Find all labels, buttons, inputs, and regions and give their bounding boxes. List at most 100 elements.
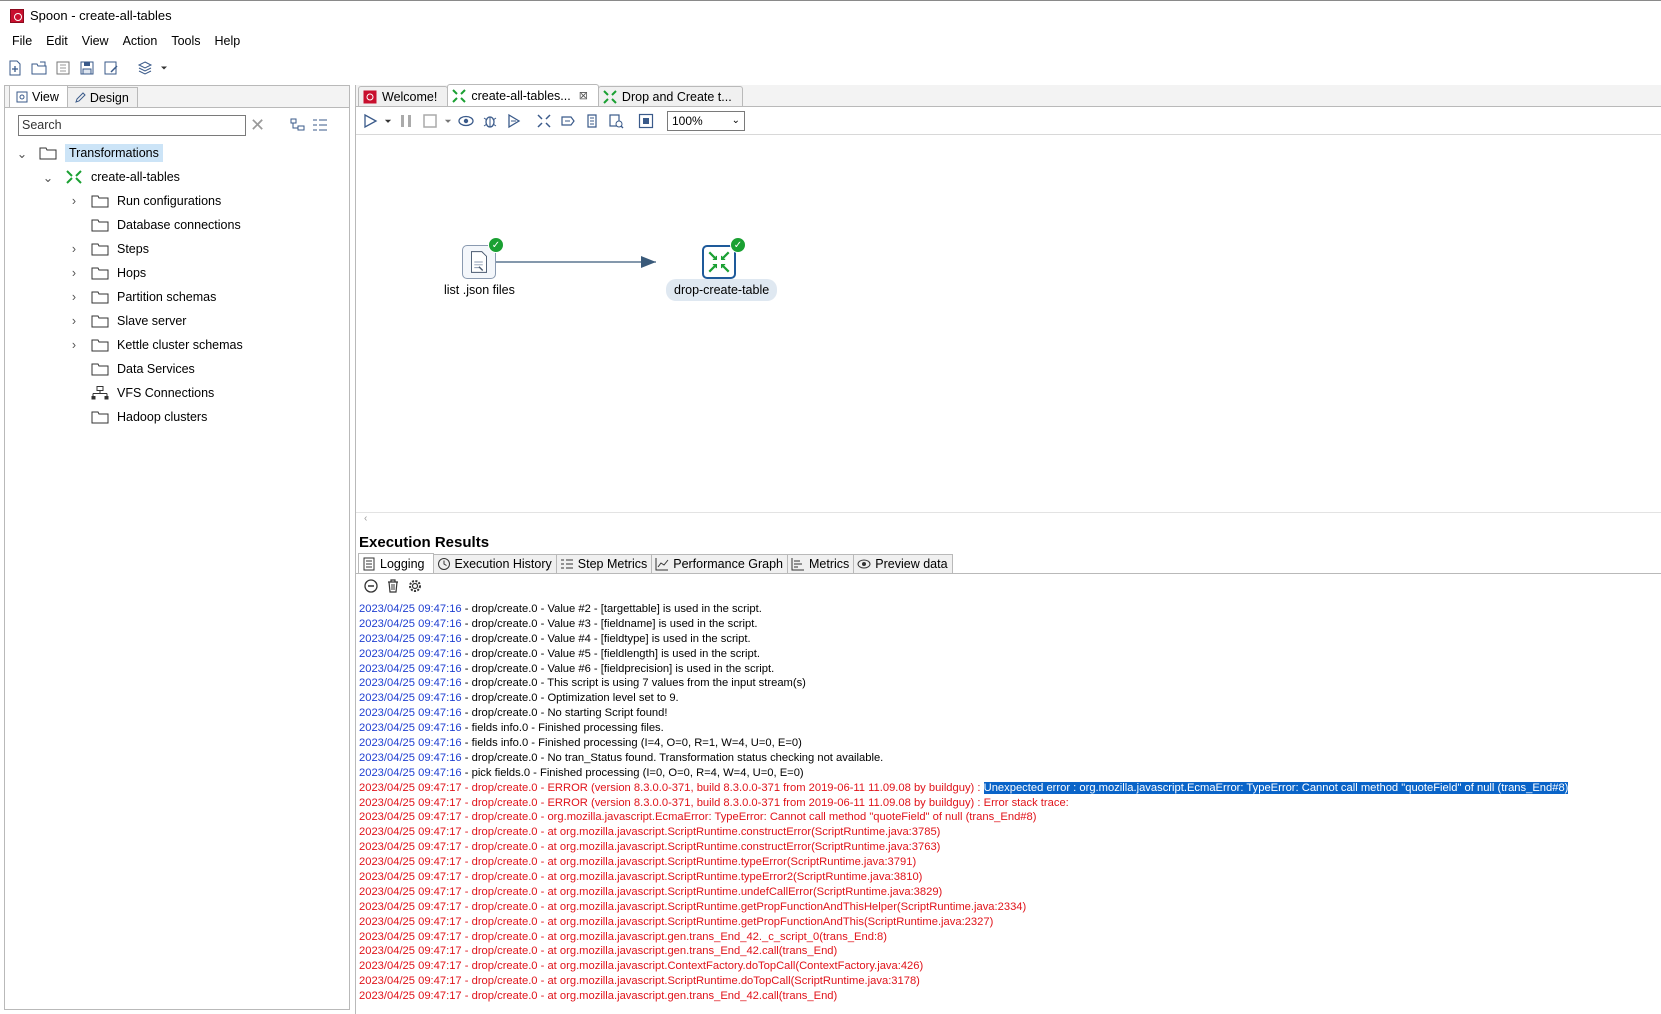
log-timestamp: 2023/04/25 09:47:16: [359, 692, 462, 705]
tab-create-all-tables[interactable]: create-all-tables... ⊠: [447, 84, 599, 106]
search-input[interactable]: [18, 114, 246, 136]
log-timestamp: 2023/04/25 09:47:17: [359, 856, 462, 869]
chevron-down-icon: ⌄: [731, 115, 740, 126]
sql-icon[interactable]: [581, 110, 603, 132]
clear-search-icon[interactable]: ✕: [250, 115, 268, 136]
tree-node-slave-server[interactable]: › Slave server: [67, 310, 187, 332]
verify-icon[interactable]: [533, 110, 555, 132]
tree-node-create-all-tables[interactable]: ⌄ create-all-tables: [41, 166, 180, 188]
fit-to-screen-icon[interactable]: [635, 110, 657, 132]
chevron-right-icon[interactable]: ›: [67, 338, 81, 352]
left-panel: View Design ✕ ⌄ Transformations ⌄ create…: [4, 85, 350, 1010]
menu-edit[interactable]: Edit: [39, 34, 75, 48]
tab-label: Welcome!: [382, 89, 438, 104]
chevron-down-icon[interactable]: [383, 110, 393, 132]
folder-icon: [91, 410, 109, 424]
impact-icon[interactable]: [557, 110, 579, 132]
tree-node-kettle-cluster-schemas[interactable]: › Kettle cluster schemas: [67, 334, 243, 356]
tree-label: Data Services: [117, 362, 195, 376]
log-message: - drop/create.0 - Value #3 - [fieldname]…: [461, 617, 758, 630]
preview-icon[interactable]: [455, 110, 477, 132]
tab-welcome[interactable]: Welcome!: [358, 86, 449, 106]
chevron-right-icon[interactable]: ›: [67, 266, 81, 280]
log-line: 2023/04/25 09:47:16 - fields info.0 - Fi…: [359, 721, 1659, 736]
tab-preview-data[interactable]: Preview data: [853, 554, 953, 573]
log-message: - drop/create.0 - at org.mozilla.javascr…: [461, 915, 994, 928]
tree-node-hadoop-clusters[interactable]: Hadoop clusters: [67, 406, 207, 428]
folder-icon: [91, 242, 109, 256]
zoom-select[interactable]: 100% ⌄: [667, 110, 745, 131]
tab-step-metrics[interactable]: Step Metrics: [555, 554, 653, 573]
tab-label: Step Metrics: [577, 557, 648, 571]
log-timestamp: 2023/04/25 09:47:17: [359, 841, 462, 854]
chevron-down-icon[interactable]: [443, 110, 453, 132]
save-icon[interactable]: [76, 57, 98, 79]
tree-node-steps[interactable]: › Steps: [67, 238, 149, 260]
explore-db-icon[interactable]: [605, 110, 627, 132]
new-file-icon[interactable]: [4, 57, 26, 79]
log-line: 2023/04/25 09:47:16 - drop/create.0 - Va…: [359, 647, 1659, 662]
chevron-down-icon[interactable]: ⌄: [41, 170, 55, 185]
menu-file[interactable]: File: [5, 34, 39, 48]
tree-label: Kettle cluster schemas: [117, 338, 243, 352]
horizontal-scrollbar[interactable]: ‹: [356, 512, 1661, 526]
tab-label: Metrics: [809, 557, 850, 571]
trash-icon[interactable]: [384, 577, 402, 595]
log-line: 2023/04/25 09:47:17 - drop/create.0 - or…: [359, 810, 1659, 825]
tree-node-hops[interactable]: › Hops: [67, 262, 146, 284]
tree-node-partition-schemas[interactable]: › Partition schemas: [67, 286, 216, 308]
transformation-icon: [603, 89, 617, 104]
tree-node-run-configurations[interactable]: › Run configurations: [67, 190, 221, 212]
tab-view-label: View: [32, 89, 59, 104]
open-file-icon[interactable]: [28, 57, 50, 79]
log-timestamp: 2023/04/25 09:47:16: [359, 722, 462, 735]
log-message: - drop/create.0 - at org.mozilla.javascr…: [461, 871, 923, 884]
log-timestamp: 2023/04/25 09:47:16: [359, 662, 462, 675]
layers-icon[interactable]: [134, 57, 156, 79]
step-ok-icon: ✓: [730, 237, 746, 253]
chevron-right-icon[interactable]: ›: [67, 290, 81, 304]
tab-execution-history[interactable]: Execution History: [432, 554, 557, 573]
tab-performance-graph[interactable]: Performance Graph: [651, 554, 789, 573]
transformation-canvas[interactable]: ✓ list .json files ✓ drop-create-table: [356, 134, 1661, 512]
menu-view[interactable]: View: [75, 34, 116, 48]
log-message: - drop/create.0 - ERROR (version 8.3.0.0…: [461, 796, 1069, 809]
tree-node-transformations[interactable]: ⌄ Transformations: [15, 142, 163, 164]
chevron-right-icon[interactable]: ›: [67, 242, 81, 256]
log-output[interactable]: 2023/04/25 09:47:16 - drop/create.0 - Va…: [359, 602, 1659, 1012]
tree-node-database-connections[interactable]: Database connections: [67, 214, 241, 236]
close-tab-icon[interactable]: ⊠: [579, 89, 588, 102]
clear-log-icon[interactable]: [362, 577, 380, 595]
log-timestamp: 2023/04/25 09:47:17: [359, 945, 462, 958]
log-line: 2023/04/25 09:47:17 - drop/create.0 - ER…: [359, 781, 1659, 796]
transformation-toolbar: 100% ⌄: [356, 107, 1661, 134]
chevron-down-icon[interactable]: [158, 57, 170, 79]
main-toolbar: [0, 55, 1661, 81]
tree-node-data-services[interactable]: Data Services: [67, 358, 195, 380]
pause-icon[interactable]: [395, 110, 417, 132]
run-icon[interactable]: [359, 110, 381, 132]
log-line: 2023/04/25 09:47:17 - drop/create.0 - at…: [359, 825, 1659, 840]
menu-action[interactable]: Action: [116, 34, 165, 48]
stop-icon[interactable]: [419, 110, 441, 132]
log-selection-highlight: Unexpected error : org.mozilla.javascrip…: [983, 781, 1569, 794]
chevron-right-icon[interactable]: ›: [67, 314, 81, 328]
tab-metrics[interactable]: Metrics: [787, 554, 855, 573]
chevron-down-icon[interactable]: ⌄: [15, 146, 29, 161]
explore-repository-icon[interactable]: [52, 57, 74, 79]
expand-all-icon[interactable]: [312, 117, 328, 133]
chevron-right-icon[interactable]: ›: [67, 194, 81, 208]
debug-icon[interactable]: [479, 110, 501, 132]
menu-tools[interactable]: Tools: [164, 34, 207, 48]
save-as-icon[interactable]: [100, 57, 122, 79]
replay-icon[interactable]: [503, 110, 525, 132]
tab-drop-and-create[interactable]: Drop and Create t...: [597, 86, 743, 106]
menu-help[interactable]: Help: [208, 34, 248, 48]
tab-view[interactable]: View: [9, 85, 68, 107]
collapse-all-icon[interactable]: [290, 117, 306, 133]
tab-design[interactable]: Design: [66, 87, 138, 107]
tree-node-vfs-connections[interactable]: VFS Connections: [67, 382, 214, 404]
tab-logging[interactable]: Logging: [358, 553, 434, 573]
log-timestamp: 2023/04/25 09:47:16: [359, 751, 462, 764]
settings-gear-icon[interactable]: [406, 577, 424, 595]
